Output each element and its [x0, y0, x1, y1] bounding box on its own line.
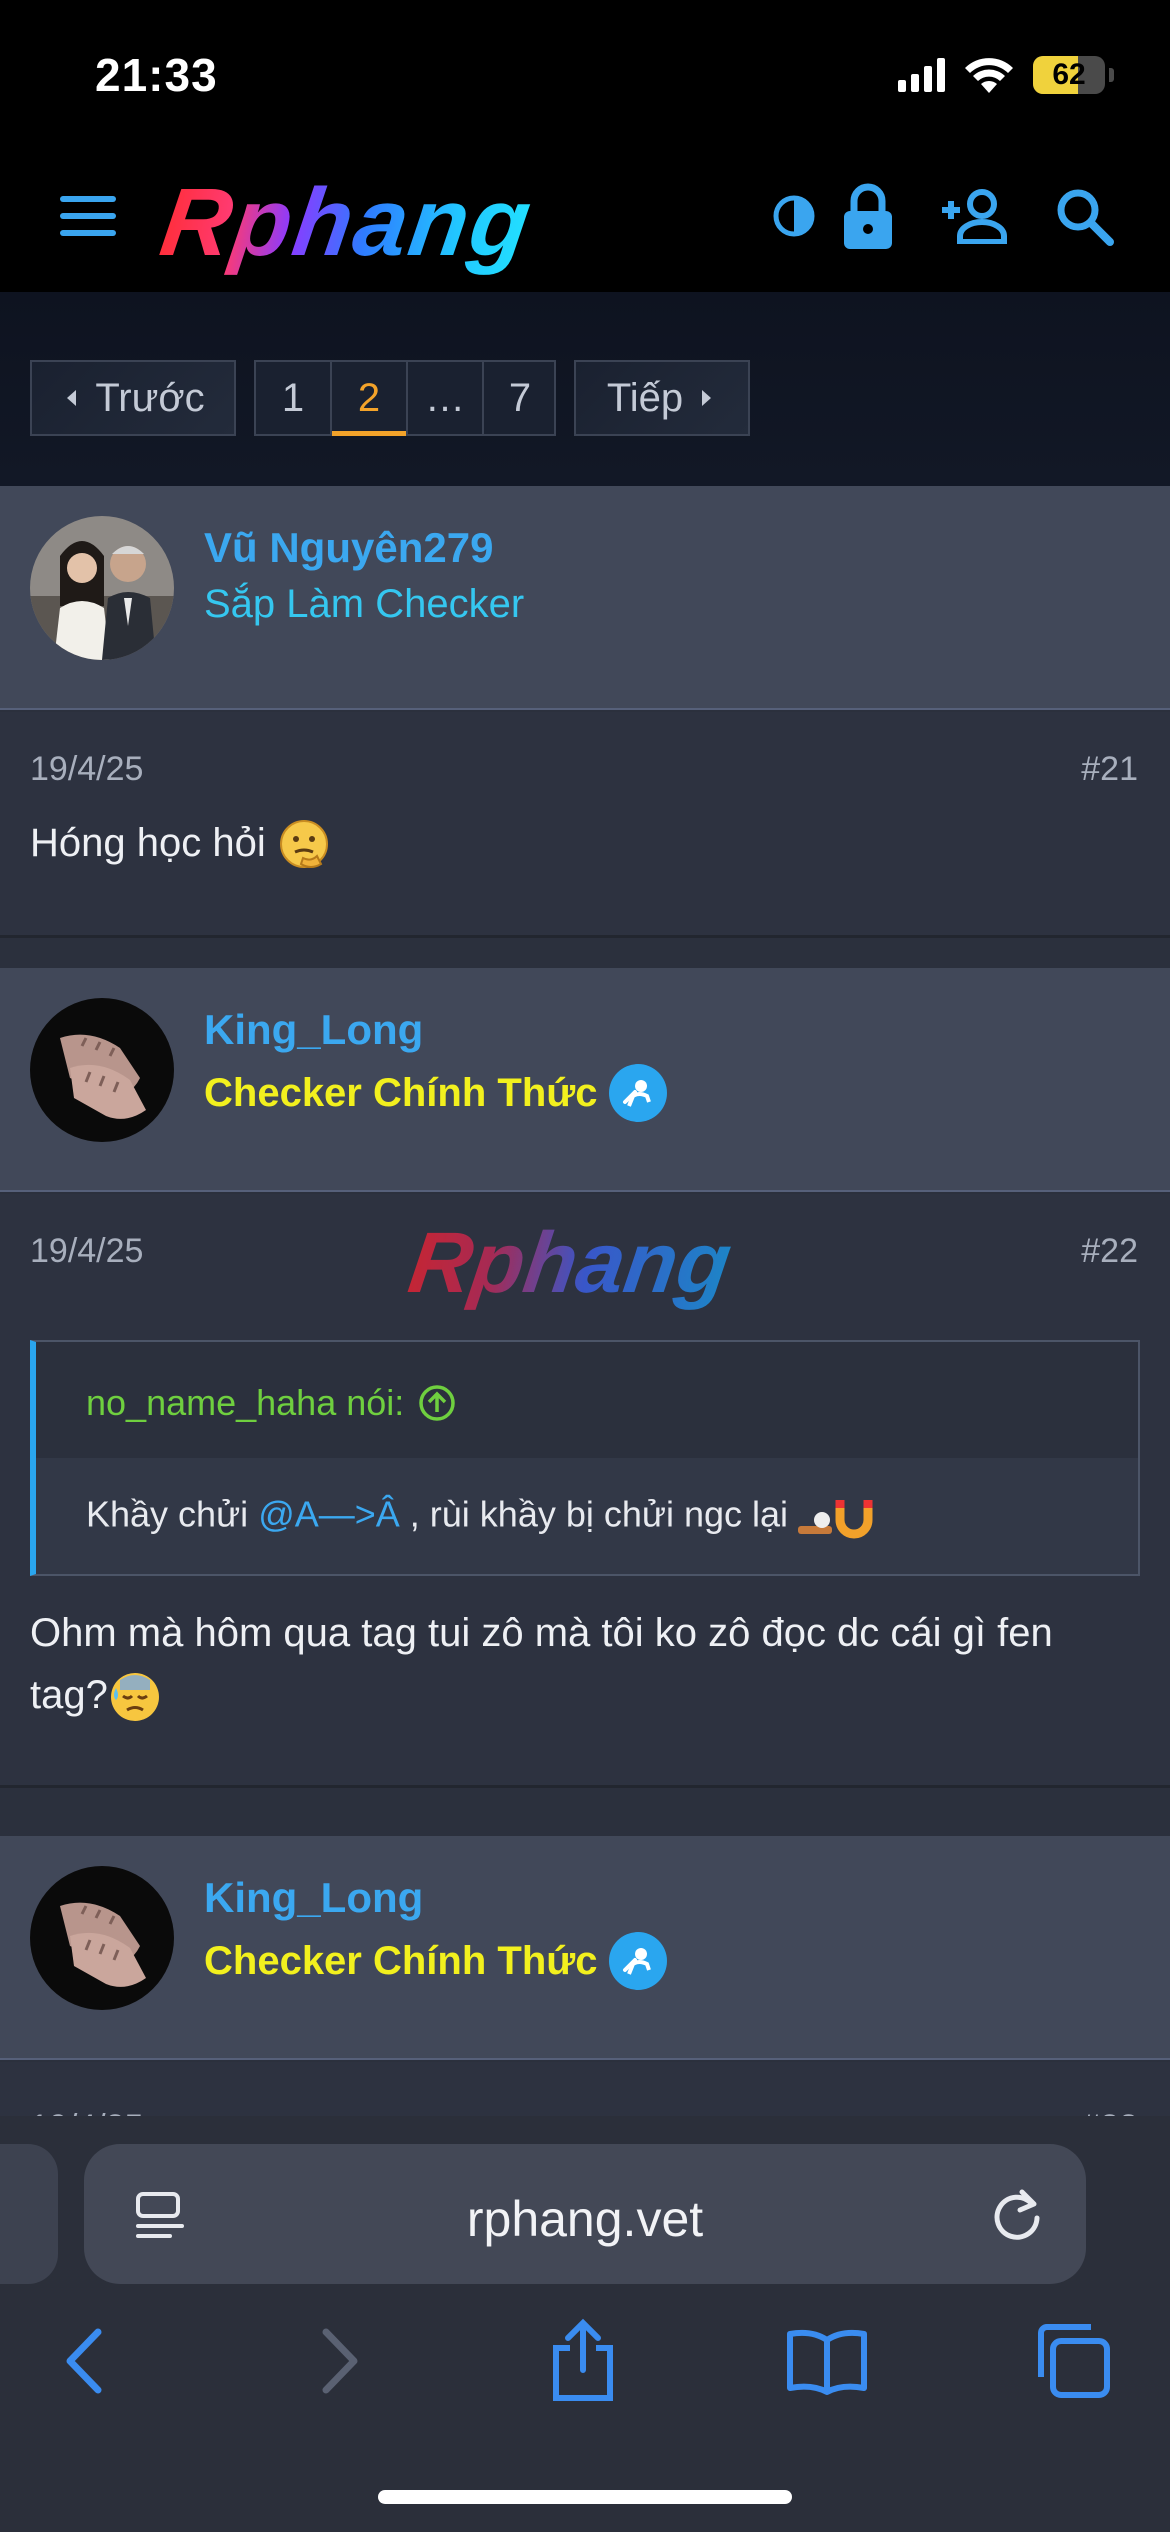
magnet-emoji-icon — [798, 1500, 873, 1539]
user-title: Checker Chính Thức — [204, 1932, 668, 1990]
username-link[interactable]: Vũ Nguyên279 — [204, 524, 493, 572]
downcast-sweat-face-icon — [110, 1673, 159, 1722]
post-user-block: Vũ Nguyên279 Sắp Làm Checker — [0, 486, 1170, 710]
avatar[interactable] — [30, 516, 174, 660]
post: Vũ Nguyên279 Sắp Làm Checker 19/4/25 #21… — [0, 486, 1170, 938]
tabs-icon[interactable] — [1028, 2316, 1118, 2406]
site-header: Rphang — [0, 140, 1170, 292]
post: King_Long Checker Chính Thức 19/4/25 Rph… — [0, 968, 1170, 1788]
login-lock-icon[interactable] — [832, 180, 904, 252]
post-body: 19/4/25 #21 Hóng học hỏi — [0, 712, 1170, 938]
quote-text-end: , rùi khầy bị chửi ngc lại — [399, 1493, 789, 1535]
quote-content: Khầy chửi @A—>Â , rùi khầy bị chửi ngc l… — [86, 1492, 878, 1542]
register-user-icon[interactable] — [940, 180, 1012, 252]
caret-left-icon — [67, 390, 77, 406]
prev-page-label: Trước — [95, 375, 205, 420]
home-indicator — [378, 2490, 792, 2504]
back-icon[interactable] — [40, 2316, 130, 2406]
quote-header: no_name_haha nói: — [36, 1342, 1138, 1458]
battery-icon: 62 — [1033, 56, 1105, 94]
next-page-label: Tiếp — [606, 375, 684, 420]
post-text: Ohm mà hôm qua tag tui zô mà tôi ko zô đ… — [30, 1611, 1053, 1717]
menu-icon[interactable] — [56, 192, 120, 240]
post-body: 19/4/25 Rphang #22 no_name_haha nói: Khầ… — [0, 1194, 1170, 1788]
user-title: Checker Chính Thức — [204, 1064, 668, 1122]
post-content: Hóng học hỏi — [30, 812, 1140, 874]
status-bar: 21:33 62 — [0, 0, 1170, 140]
user-title-text: Checker Chính Thức — [204, 1070, 598, 1115]
post-number[interactable]: #22 — [1081, 1232, 1138, 1271]
caret-right-icon — [702, 390, 712, 406]
prev-page-button[interactable]: Trước — [30, 360, 236, 436]
page-number-group: 1 2 … 7 — [254, 360, 556, 436]
post-user-block: King_Long Checker Chính Thức — [0, 1836, 1170, 2060]
forward-icon[interactable] — [294, 2316, 384, 2406]
watermark-logo: Rphang — [403, 1215, 737, 1311]
post-user-block: King_Long Checker Chính Thức — [0, 968, 1170, 1192]
reload-icon[interactable] — [986, 2184, 1048, 2246]
theme-toggle-icon[interactable] — [758, 180, 830, 252]
go-to-quote-icon[interactable] — [418, 1384, 456, 1422]
status-icons: 62 — [898, 52, 1114, 98]
post-date[interactable]: 19/4/25 — [30, 750, 143, 789]
user-mention-link[interactable]: @A—>Â — [258, 1494, 400, 1535]
page-link-last[interactable]: 7 — [484, 362, 556, 434]
url-text[interactable]: rphang.vet — [84, 2190, 1086, 2248]
post: King_Long Checker Chính Thức 19/4/25 #23 — [0, 1836, 1170, 2146]
search-icon[interactable] — [1048, 180, 1120, 252]
site-logo[interactable]: Rphang — [154, 168, 539, 278]
avatar[interactable] — [30, 998, 174, 1142]
post-number[interactable]: #21 — [1081, 750, 1138, 789]
username-link[interactable]: King_Long — [204, 1874, 423, 1922]
next-page-button[interactable]: Tiếp — [574, 360, 750, 436]
user-title: Sắp Làm Checker — [204, 582, 525, 626]
username-link[interactable]: King_Long — [204, 1006, 423, 1054]
verified-checker-icon — [609, 1064, 668, 1122]
quote-text: Khầy chửi — [86, 1493, 259, 1535]
quote-author-link[interactable]: no_name_haha nói: — [86, 1382, 456, 1424]
wifi-icon — [965, 58, 1013, 93]
cellular-signal-icon — [898, 58, 945, 92]
status-time: 21:33 — [95, 49, 218, 101]
verified-checker-icon — [609, 1932, 668, 1990]
quote-author: no_name_haha nói: — [86, 1382, 405, 1423]
browser-toolbar: rphang.vet — [0, 2116, 1170, 2532]
user-title-text: Checker Chính Thức — [204, 1938, 598, 1983]
battery-nub — [1109, 68, 1114, 82]
thinking-face-icon — [279, 820, 328, 869]
post-content: Ohm mà hôm qua tag tui zô mà tôi ko zô đ… — [30, 1602, 1140, 1726]
page-link-1[interactable]: 1 — [256, 362, 330, 434]
current-page-indicator — [332, 431, 406, 436]
pagination-bar: Trước 1 2 … 7 Tiếp — [0, 292, 1170, 486]
address-bar[interactable]: rphang.vet — [84, 2144, 1086, 2284]
share-icon[interactable] — [538, 2316, 628, 2406]
page-link-current[interactable]: 2 — [332, 362, 406, 434]
page-ellipsis[interactable]: … — [408, 362, 482, 434]
post-text: Hóng học hỏi — [30, 821, 266, 865]
previous-tab-peek[interactable] — [0, 2144, 58, 2284]
post-date[interactable]: 19/4/25 — [30, 1232, 143, 1271]
quote-block: no_name_haha nói: Khầy chửi @A—>Â , rùi … — [30, 1340, 1140, 1576]
bookmarks-icon[interactable] — [782, 2316, 872, 2406]
battery-level: 62 — [1052, 58, 1086, 91]
avatar[interactable] — [30, 1866, 174, 2010]
